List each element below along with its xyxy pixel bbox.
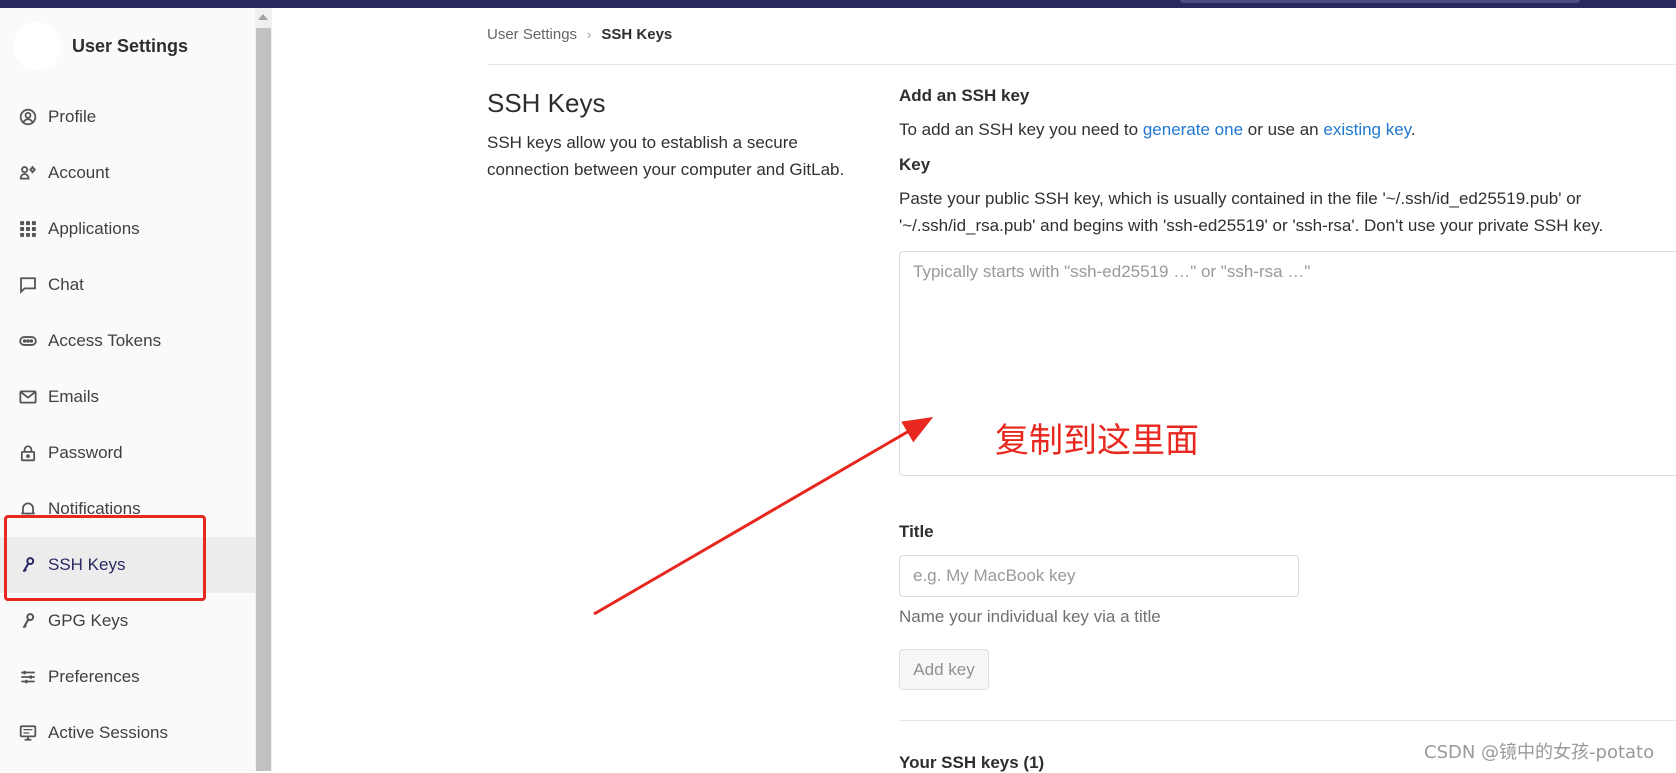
sidebar-item-label: Notifications	[48, 499, 141, 518]
chat-icon	[18, 275, 38, 295]
account-icon	[18, 163, 38, 183]
sidebar-item-emails[interactable]: Emails	[0, 369, 255, 425]
key-help-text: Paste your public SSH key, which is usua…	[899, 189, 1604, 235]
existing-key-link[interactable]: existing key	[1323, 120, 1411, 139]
sidebar-header[interactable]: User Settings	[0, 8, 255, 80]
sliders-icon	[18, 667, 38, 687]
sidebar-item-label: Applications	[48, 219, 140, 238]
sidebar-item-label: Password	[48, 443, 123, 462]
sidebar-item-password[interactable]: Password	[0, 425, 255, 481]
mail-icon	[18, 387, 38, 407]
sidebar-item-chat[interactable]: Chat	[0, 257, 255, 313]
key-label: Key	[899, 155, 931, 174]
annotation-text: 复制到这里面	[995, 421, 1199, 461]
sidebar-item-profile[interactable]: Profile	[0, 89, 255, 145]
sidebar-title: User Settings	[72, 36, 189, 56]
breadcrumb-parent[interactable]: User Settings	[487, 26, 577, 43]
sidebar-item-label: Chat	[48, 275, 84, 294]
sidebar-item-gpg-keys[interactable]: GPG Keys	[0, 593, 255, 649]
sidebar-item-label: Access Tokens	[48, 331, 162, 350]
sidebar-item-applications[interactable]: Applications	[0, 201, 255, 257]
page-intro: SSH Keys SSH keys allow you to establish…	[487, 88, 867, 183]
monitor-icon	[18, 723, 38, 743]
scroll-up-icon[interactable]	[258, 14, 268, 20]
intro-text: .	[1410, 120, 1416, 139]
sidebar-item-label: Active Sessions	[48, 723, 168, 742]
sidebar-item-account[interactable]: Account	[0, 145, 255, 201]
page-description: SSH keys allow you to establish a secure…	[487, 133, 845, 179]
sidebar-item-label: SSH Keys	[48, 555, 126, 574]
breadcrumb: User Settings › SSH Keys	[487, 26, 672, 43]
sidebar-item-label: Profile	[48, 107, 97, 126]
key-icon	[18, 555, 38, 575]
watermark: CSDN @镜中的女孩-potato	[1424, 742, 1655, 763]
sidebar-nav: Profile Account Applications Chat Access…	[0, 89, 255, 761]
add-key-button[interactable]: Add key	[899, 649, 989, 690]
sidebar-item-notifications[interactable]: Notifications	[0, 481, 255, 537]
avatar	[13, 22, 61, 70]
sidebar-item-label: Account	[48, 163, 110, 182]
breadcrumb-current[interactable]: SSH Keys	[601, 26, 672, 43]
sidebar-item-label: Preferences	[48, 667, 140, 686]
your-ssh-keys-heading: Your SSH keys (1)	[899, 753, 1045, 772]
sidebar-item-access-tokens[interactable]: Access Tokens	[0, 313, 255, 369]
sidebar-item-active-sessions[interactable]: Active Sessions	[0, 705, 255, 761]
profile-icon	[18, 107, 38, 127]
generate-one-link[interactable]: generate one	[1143, 120, 1243, 139]
scrollbar-thumb[interactable]	[256, 28, 271, 771]
divider	[487, 64, 1676, 65]
sidebar-item-label: GPG Keys	[48, 611, 129, 630]
lock-icon	[18, 443, 38, 463]
intro-text: To add an SSH key you need to	[899, 120, 1143, 139]
divider	[899, 720, 1676, 721]
sidebar-item-label: Emails	[48, 387, 100, 406]
page-title: SSH Keys	[487, 88, 606, 118]
key-icon	[18, 611, 38, 631]
intro-text: or use an	[1243, 120, 1324, 139]
add-key-intro: To add an SSH key you need to generate o…	[899, 118, 1676, 142]
sidebar-item-preferences[interactable]: Preferences	[0, 649, 255, 705]
applications-icon	[18, 219, 38, 239]
title-label: Title	[899, 522, 934, 541]
title-hint: Name your individual key via a title	[899, 607, 1161, 626]
chevron-right-icon: ›	[587, 27, 592, 42]
top-navbar	[0, 0, 1676, 8]
sidebar-scrollbar[interactable]	[255, 8, 272, 771]
title-input[interactable]	[899, 555, 1299, 597]
bell-icon	[18, 499, 38, 519]
search-bar[interactable]	[1180, 0, 1580, 3]
sidebar: User Settings Profile Account Applicatio…	[0, 8, 255, 771]
sidebar-item-ssh-keys[interactable]: SSH Keys	[0, 537, 255, 593]
add-key-heading: Add an SSH key	[899, 86, 1030, 105]
token-icon	[18, 331, 38, 351]
